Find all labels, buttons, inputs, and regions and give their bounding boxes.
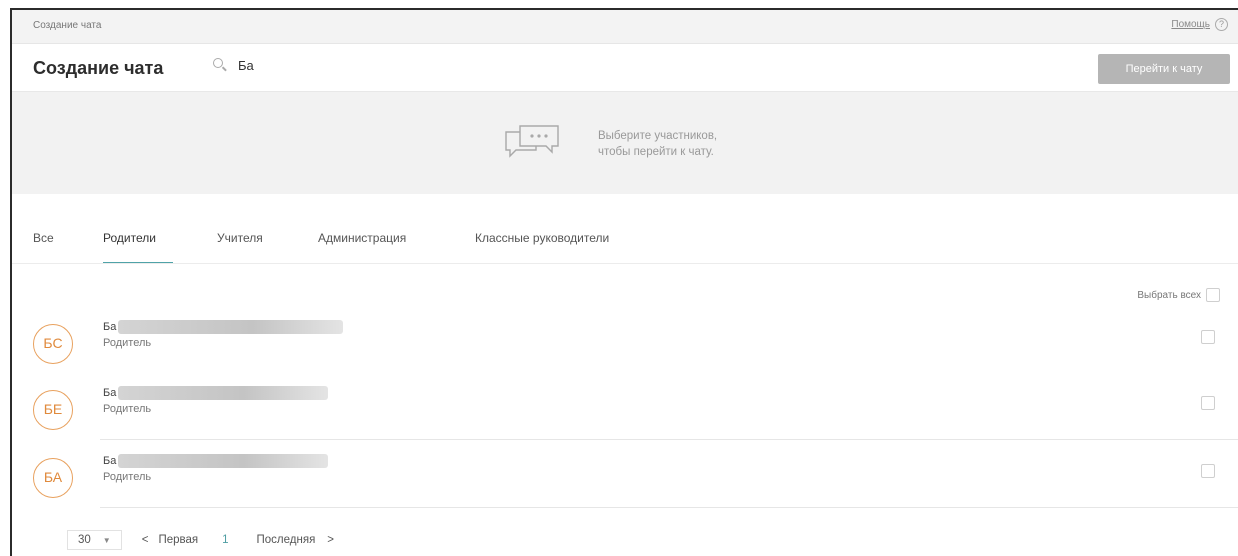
redacted-name: [118, 386, 329, 400]
select-all-checkbox[interactable]: [1206, 288, 1220, 302]
tab-administration[interactable]: Администрация: [318, 231, 406, 245]
tabs: Все Родители Учителя Администрация Класс…: [12, 194, 1238, 264]
tab-all[interactable]: Все: [33, 231, 54, 245]
person-checkbox[interactable]: [1201, 396, 1215, 410]
next-page-icon[interactable]: >: [327, 534, 334, 546]
first-page-link[interactable]: Первая: [158, 534, 198, 546]
chat-bubbles-icon: [505, 125, 559, 158]
person-name: Ба: [103, 321, 117, 333]
help: Помощь ?: [1171, 18, 1228, 31]
person-name: Ба: [103, 387, 117, 399]
person-name: Ба: [103, 455, 117, 467]
tabs-divider: [12, 263, 1238, 264]
person-role: Родитель: [103, 337, 152, 349]
chat-create-window: Создание чата Помощь ? Создание чата Пер…: [10, 8, 1238, 556]
current-page[interactable]: 1: [222, 534, 228, 546]
item-divider: [100, 439, 1238, 440]
redacted-name: [118, 454, 329, 468]
tab-parents[interactable]: Родители: [103, 231, 156, 245]
top-bar: Создание чата Помощь ?: [12, 10, 1238, 44]
per-page-select[interactable]: 30 ▼: [67, 530, 122, 550]
list-item[interactable]: БА Ба Родитель: [12, 442, 1238, 508]
person-role: Родитель: [103, 403, 152, 415]
person-checkbox[interactable]: [1201, 330, 1215, 344]
breadcrumb: Создание чата: [33, 20, 102, 31]
search-icon: [212, 57, 228, 73]
header: Создание чата Перейти к чату: [12, 44, 1238, 92]
page-title: Создание чата: [33, 58, 164, 78]
name-row: Ба: [103, 386, 329, 400]
list-item[interactable]: БС Ба Родитель: [12, 308, 1238, 374]
select-all-label: Выбрать всех: [1137, 289, 1201, 301]
goto-chat-button[interactable]: Перейти к чату: [1098, 54, 1230, 84]
tab-class-teachers[interactable]: Классные руководители: [475, 231, 609, 245]
help-link[interactable]: Помощь: [1171, 19, 1210, 30]
chevron-down-icon: ▼: [102, 535, 111, 545]
banner-text: Выберите участников, чтобы перейти к чат…: [598, 128, 717, 160]
name-row: Ба: [103, 454, 329, 468]
redacted-name: [118, 320, 344, 334]
search-input[interactable]: [238, 57, 438, 73]
item-divider: [100, 507, 1238, 508]
info-banner: Выберите участников, чтобы перейти к чат…: [12, 92, 1238, 194]
tab-teachers[interactable]: Учителя: [217, 231, 263, 245]
banner-line-2: чтобы перейти к чату.: [598, 146, 714, 158]
prev-page-icon[interactable]: <: [142, 534, 149, 546]
last-page-link[interactable]: Последняя: [257, 534, 316, 546]
help-icon[interactable]: ?: [1215, 18, 1228, 31]
pagination: 30 ▼ < Первая 1 Последняя >: [67, 530, 334, 550]
list-item[interactable]: БЕ Ба Родитель: [12, 374, 1238, 440]
avatar: БЕ: [33, 390, 73, 430]
avatar: БА: [33, 458, 73, 498]
avatar: БС: [33, 324, 73, 364]
person-role: Родитель: [103, 471, 152, 483]
per-page-value: 30: [78, 534, 91, 546]
name-row: Ба: [103, 320, 344, 334]
person-checkbox[interactable]: [1201, 464, 1215, 478]
search: [212, 57, 438, 73]
select-all: Выбрать всех: [1137, 288, 1220, 302]
banner-line-1: Выберите участников,: [598, 130, 718, 142]
